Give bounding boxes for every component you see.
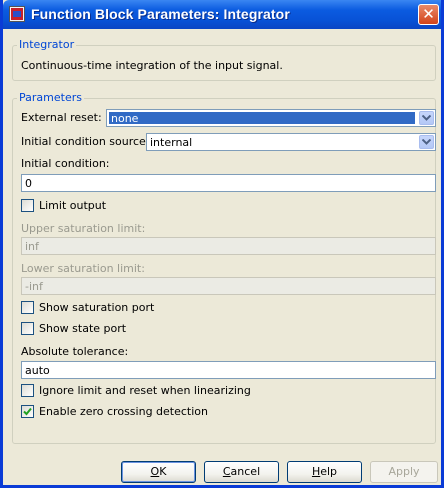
close-icon: ✕ [422,5,435,23]
initial-condition-field[interactable]: 0 [21,174,436,192]
initial-condition-source-label: Initial condition source: [21,135,150,148]
ignore-limit-reset-label: Ignore limit and reset when linearizing [39,384,251,397]
apply-button: Apply [370,461,438,483]
limit-output-label: Limit output [39,199,107,212]
cancel-label-rest: ancel [230,465,261,478]
ignore-limit-reset-checkbox[interactable] [21,384,34,397]
upper-saturation-limit-label: Upper saturation limit: [21,222,146,235]
ok-mnemonic: O [150,465,160,478]
zero-crossing-label: Enable zero crossing detection [39,405,208,418]
ok-label-rest: K [159,465,167,478]
show-state-port-label: Show state port [39,322,127,335]
absolute-tolerance-label: Absolute tolerance: [21,345,129,358]
help-label-rest: elp [320,465,338,478]
simulink-block-icon [9,6,25,22]
block-description: Continuous-time integration of the input… [21,59,283,72]
initial-condition-source-value: internal [150,136,193,149]
upper-saturation-limit-field: inf [21,237,436,255]
selection-highlight [109,112,415,124]
absolute-tolerance-field[interactable]: auto [21,361,436,379]
external-reset-label: External reset: [21,111,102,124]
lower-saturation-limit-field: -inf [21,277,436,295]
initial-condition-source-select[interactable]: internal [146,133,436,151]
ok-button[interactable]: OK [121,461,196,483]
chevron-down-icon[interactable] [419,135,434,149]
help-button[interactable]: Help [287,461,362,483]
dialog-window: Function Block Parameters: Integrator ✕ … [0,0,444,488]
parameters-group-title: Parameters [17,91,84,104]
help-mnemonic: H [311,465,321,478]
close-button[interactable]: ✕ [418,4,439,25]
cancel-button[interactable]: Cancel [204,461,279,483]
chevron-down-icon[interactable] [419,111,434,125]
title-bar[interactable]: Function Block Parameters: Integrator ✕ [3,0,441,29]
show-saturation-port-checkbox[interactable] [21,301,34,314]
checkmark-icon [23,407,32,416]
external-reset-value: none [111,112,139,125]
lower-saturation-limit-label: Lower saturation limit: [21,262,145,275]
limit-output-checkbox[interactable] [21,199,34,212]
show-state-port-checkbox[interactable] [21,322,34,335]
initial-condition-label: Initial condition: [21,157,110,170]
zero-crossing-checkbox[interactable] [21,405,34,418]
external-reset-select[interactable]: none [106,109,436,127]
show-saturation-port-label: Show saturation port [39,301,155,314]
window-title: Function Block Parameters: Integrator [31,6,290,22]
description-group-title: Integrator [17,38,77,51]
cancel-mnemonic: C [222,465,231,478]
